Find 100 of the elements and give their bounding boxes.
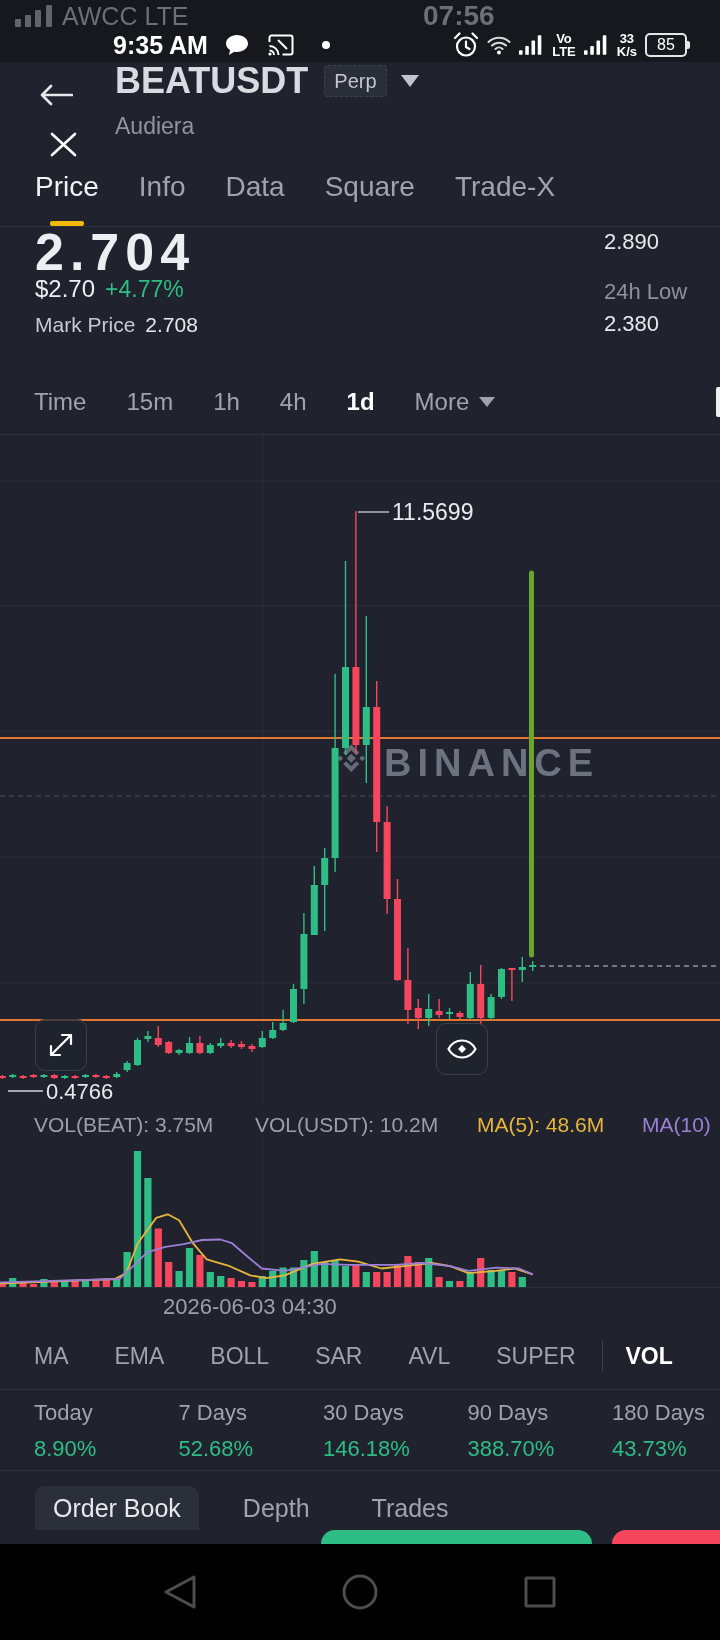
page-tab[interactable]: Trade-X: [454, 166, 556, 226]
book-tab[interactable]: Depth: [224, 1486, 328, 1530]
indicator-tab[interactable]: SAR: [315, 1341, 363, 1370]
volume-bar: [404, 1256, 412, 1287]
volume-bar: [50, 1282, 58, 1287]
low-price-value: 2.380: [604, 312, 660, 336]
candle: [196, 1035, 204, 1055]
home-icon[interactable]: [342, 1574, 378, 1610]
visibility-button[interactable]: [436, 1023, 488, 1075]
clock-time: 07:56: [423, 2, 496, 30]
volume-bar: [71, 1281, 79, 1287]
volume-bar: [196, 1255, 204, 1287]
page-tab[interactable]: Data: [225, 166, 285, 226]
indicator-tab[interactable]: BOLL: [210, 1341, 270, 1370]
logo-icon: [337, 744, 366, 773]
page-tab[interactable]: Price: [35, 166, 99, 226]
candle: [134, 1037, 141, 1067]
cast-icon: [267, 34, 294, 56]
candle: [113, 1071, 121, 1079]
page-tab[interactable]: Square: [324, 166, 415, 226]
price-change: +4.77%: [105, 275, 184, 303]
candle: [82, 1073, 89, 1079]
interval-tab[interactable]: 1d: [346, 388, 375, 416]
interval-tab[interactable]: Time: [34, 388, 87, 416]
candle: [123, 1060, 131, 1073]
recents-icon[interactable]: [524, 1576, 556, 1608]
volume-bar: [9, 1278, 17, 1287]
candle: [9, 1073, 17, 1079]
caret-icon[interactable]: [400, 75, 419, 87]
volume-legend: MA(10): [642, 1111, 720, 1140]
action-button[interactable]: [612, 1530, 720, 1544]
candle: [30, 1073, 37, 1079]
volume-bar: [154, 1228, 162, 1287]
indicator-tab[interactable]: EMA: [114, 1341, 165, 1370]
candle: [102, 1074, 110, 1080]
volume-bar: [362, 1272, 370, 1287]
candle: [487, 993, 495, 1021]
volume-bar: [269, 1271, 277, 1287]
candle: [498, 967, 505, 1000]
usd-price: $2.70: [35, 275, 96, 303]
indicator-tab[interactable]: VOL: [625, 1341, 673, 1370]
volume-bar: [165, 1262, 173, 1287]
indicator-tab[interactable]: SUPER: [496, 1341, 576, 1370]
high-price-value: 2.890: [604, 230, 660, 254]
candle: [71, 1074, 79, 1080]
period-label: 30 Days: [323, 1400, 404, 1426]
indicator-tab[interactable]: MA: [34, 1341, 69, 1370]
token-name: Audiera: [115, 112, 195, 140]
candle: [50, 1073, 58, 1080]
volume-bar: [518, 1277, 526, 1287]
close-icon[interactable]: [50, 132, 77, 157]
candle: [0, 1074, 6, 1080]
period-change: 388.70%: [467, 1436, 555, 1462]
candle: [248, 1043, 256, 1053]
period-change: 8.90%: [34, 1436, 97, 1462]
volume-bar: [0, 1283, 6, 1287]
volume-bar: [227, 1278, 235, 1287]
candle: [165, 1040, 173, 1055]
mark-price-value: 2.708: [145, 312, 198, 338]
speed-unit: K/s: [616, 45, 637, 58]
candle: [290, 983, 297, 1024]
volume-bar: [321, 1262, 329, 1287]
eye-icon: [447, 1039, 477, 1059]
candle: [414, 998, 422, 1030]
book-tab[interactable]: Trades: [353, 1486, 467, 1530]
volume-bar: [40, 1279, 48, 1287]
volume-bar: [445, 1281, 454, 1287]
volume-bar: [300, 1260, 308, 1287]
interval-tab[interactable]: More: [414, 388, 496, 416]
volume-bar: [185, 1248, 194, 1287]
candle: [92, 1073, 100, 1079]
volume-bar: [19, 1282, 27, 1287]
candle: [19, 1074, 27, 1080]
volume-bar: [237, 1281, 246, 1287]
wifi-icon: [487, 35, 512, 55]
interval-tab[interactable]: 4h: [279, 388, 307, 416]
candle: [206, 1042, 214, 1055]
clock-time: 9:35 AM: [113, 30, 208, 60]
signal-icon: [15, 5, 52, 27]
speed-value: 33: [619, 32, 635, 45]
volume-bar: [123, 1252, 131, 1287]
page-tab[interactable]: Info: [138, 166, 186, 226]
volume-bar: [425, 1258, 433, 1287]
volume-bar: [206, 1272, 214, 1287]
volume-bar: [113, 1279, 121, 1287]
leader-line: [7, 1090, 44, 1092]
volume-bar: [373, 1272, 381, 1287]
volume-bar: [477, 1258, 485, 1287]
volume-bar: [289, 1267, 298, 1287]
interval-tab[interactable]: 15m: [126, 388, 174, 416]
expand-button[interactable]: [35, 1019, 87, 1071]
network-label: LTE: [552, 45, 576, 58]
action-button[interactable]: [321, 1530, 592, 1544]
network-label: Vo: [556, 32, 572, 45]
candle: [269, 1021, 277, 1040]
indicator-tab[interactable]: AVL: [408, 1341, 451, 1370]
interval-tab[interactable]: 1h: [213, 388, 240, 416]
volume-bar: [497, 1270, 506, 1287]
book-tab[interactable]: Order Book: [35, 1486, 199, 1530]
candle: [258, 1030, 266, 1049]
